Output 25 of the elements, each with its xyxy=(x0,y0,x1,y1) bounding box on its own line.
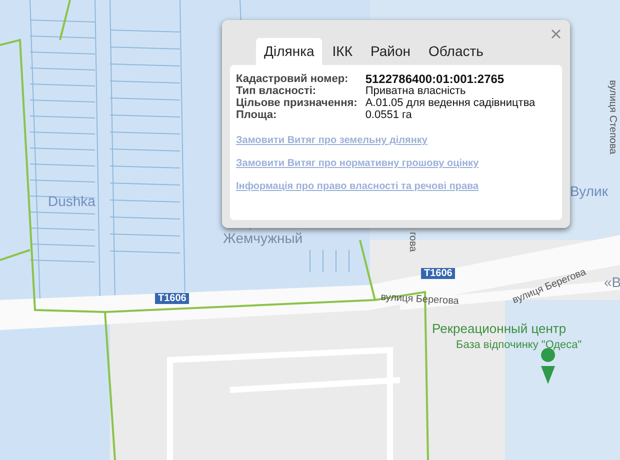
road-number-label: T1606 xyxy=(421,268,456,279)
field-value: 0.0551 га xyxy=(365,109,413,121)
tab[interactable]: Ділянка xyxy=(256,38,322,65)
map-label: Жемчужный xyxy=(223,230,303,246)
map-label: «В xyxy=(604,274,620,290)
field-value: А.01.05 для ведення садівництва xyxy=(365,97,536,109)
field-label: Площа: xyxy=(236,109,278,121)
tab[interactable]: Область xyxy=(420,38,492,65)
close-icon xyxy=(550,28,562,40)
close-button[interactable] xyxy=(550,28,562,40)
tab[interactable]: Район xyxy=(362,38,418,65)
map-label: Вулик xyxy=(570,183,608,199)
map-label: База відпочинку "Одеса" xyxy=(456,339,582,351)
map-label: Рекреационный центр xyxy=(432,321,566,336)
map-label: Dushka xyxy=(48,193,96,209)
field-label: Кадастровий номер: xyxy=(236,73,350,85)
field-value: Приватна власність xyxy=(365,85,467,97)
tab[interactable]: ІКК xyxy=(324,38,360,65)
map-label: вулиця Берегова xyxy=(380,292,460,308)
road-number-label: T1606 xyxy=(155,293,190,304)
field-label: Цільове призначення: xyxy=(236,97,358,109)
field-value: 5122786400:01:001:2765 xyxy=(365,73,506,85)
map-label: гова xyxy=(407,232,418,252)
map-label: вулиця Степова xyxy=(607,80,618,154)
field-label: Тип власності: xyxy=(236,85,318,97)
